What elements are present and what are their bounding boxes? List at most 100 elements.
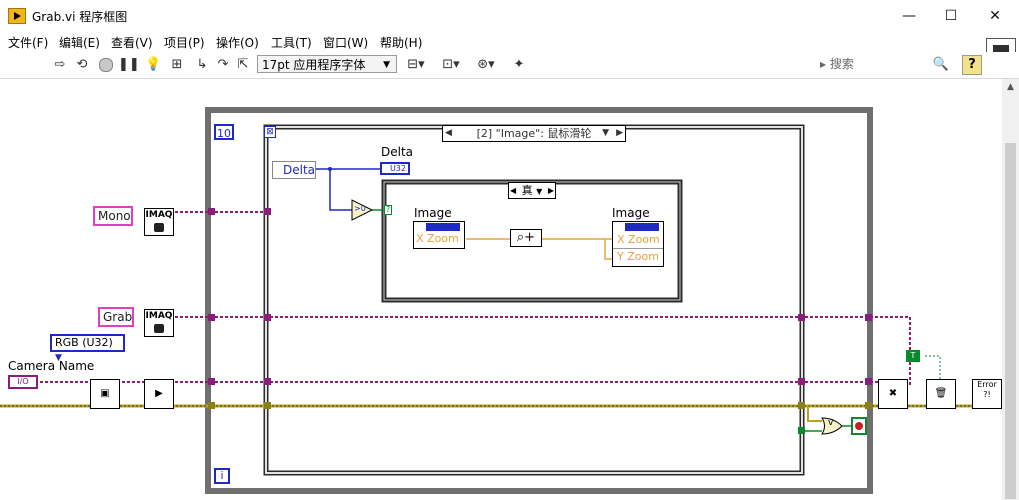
reorder-icon[interactable]: ⊛▾ — [473, 56, 499, 74]
camera-name-terminal[interactable]: I/O — [8, 375, 38, 389]
tunnel-err-event-r — [798, 402, 805, 409]
search-placeholder: 搜索 — [829, 57, 854, 71]
search-icon[interactable]: 🔍 — [932, 56, 950, 74]
imaq-create-mono-vi[interactable]: IMAQ — [144, 208, 174, 236]
tunnel-session-event-r — [798, 378, 805, 385]
chevron-down-icon: ▼ — [383, 60, 390, 70]
imaqdx-close-camera-vi[interactable]: ✖ — [878, 379, 908, 409]
maximize-button[interactable]: ☐ — [931, 4, 971, 28]
prev-case-icon[interactable]: ◀ — [510, 183, 516, 198]
menu-window[interactable]: 窗口(W) — [323, 34, 368, 51]
imaq-sub-icon — [154, 223, 164, 232]
loop-count-terminal[interactable]: 10 — [214, 124, 234, 140]
context-help-button[interactable]: ? — [962, 55, 982, 75]
font-select-value: 17pt 应用程序字体 — [262, 58, 366, 72]
tunnel-stop — [798, 427, 805, 434]
window-title: Grab.vi 程序框图 — [32, 10, 128, 24]
step-into-icon[interactable]: ↳ — [193, 56, 211, 74]
iteration-terminal: i — [214, 468, 230, 484]
image-property-node-in[interactable]: X Zoom — [413, 221, 465, 249]
diagram-wires-svg — [0, 107, 1002, 494]
stop-icon — [855, 422, 863, 430]
delta-indicator[interactable]: U32 — [380, 162, 410, 175]
true-wire — [925, 355, 941, 379]
event-delta-terminal[interactable]: Delta — [272, 161, 316, 179]
imaqdx-configure-grab-vi[interactable]: ▶ — [144, 379, 174, 409]
tunnel-grab-event — [264, 314, 271, 321]
case-selector[interactable]: ◀ 真 ▼ ▶ — [508, 182, 556, 199]
tunnel-grab-left — [208, 314, 215, 321]
grab-constant[interactable]: Grab — [98, 307, 134, 327]
menu-operate[interactable]: 操作(O) — [216, 34, 259, 51]
imaqdx-open-camera-vi[interactable]: ▣ — [90, 379, 120, 409]
image-in-label: Image — [414, 206, 452, 220]
tunnel-session-event — [264, 378, 271, 385]
tunnel-mono-event — [264, 208, 271, 215]
imaq-dispose-vi[interactable]: 🗑 — [926, 379, 956, 409]
image-class-icon — [426, 223, 460, 231]
abort-icon[interactable] — [98, 56, 114, 74]
tunnel-session-right — [865, 378, 872, 385]
pause-icon[interactable]: ❚❚ — [118, 56, 140, 74]
or-node-label: v — [828, 418, 834, 428]
tunnel-mono-left — [208, 208, 215, 215]
simple-error-handler-vi[interactable]: Error?! — [972, 379, 1002, 409]
case-selector-terminal: ? — [384, 205, 392, 215]
highlight-execution-icon[interactable]: 💡 — [145, 56, 161, 74]
zoom-in-icon[interactable]: ⌕+ — [510, 229, 542, 247]
delta-wire-compare — [316, 168, 352, 211]
retain-wire-values-icon[interactable]: ⊞ — [168, 56, 186, 74]
image-out-label: Image — [612, 206, 650, 220]
menu-file[interactable]: 文件(F) — [8, 34, 48, 51]
chevron-down-icon[interactable]: ▼ — [602, 126, 609, 141]
run-arrow-icon[interactable]: ⇨ — [52, 56, 68, 74]
imaq-label: IMAQ — [145, 311, 173, 321]
delta-indicator-label: Delta — [381, 145, 414, 159]
menu-tools[interactable]: 工具(T) — [271, 34, 312, 51]
clean-up-diagram-icon[interactable]: ✦ — [508, 56, 530, 74]
mono-constant[interactable]: Mono — [93, 206, 133, 226]
chevron-down-icon[interactable]: ▼ — [536, 187, 542, 196]
distribute-objects-icon[interactable]: ⊡▾ — [438, 56, 464, 74]
next-case-icon[interactable]: ▶ — [548, 183, 554, 198]
rgb-enum[interactable]: RGB (U32) ▼ — [50, 334, 125, 363]
vertical-scrollbar[interactable]: ▲ — [1002, 79, 1019, 500]
run-continuously-icon[interactable]: ⟲ — [74, 56, 90, 74]
align-objects-icon[interactable]: ⊟▾ — [404, 56, 428, 74]
menu-project[interactable]: 项目(P) — [164, 34, 205, 51]
font-select[interactable]: 17pt 应用程序字体 ▼ — [257, 55, 397, 73]
tunnel-grab-right — [865, 314, 872, 321]
zoom-wire-y — [604, 239, 612, 260]
delta-wire-junction — [328, 167, 332, 171]
close-button[interactable]: ✕ — [975, 4, 1015, 28]
block-diagram-canvas[interactable]: 10 ⊠ i ◀ [2] "Image": 鼠标滑轮 ▼ ▶ Delta Del… — [0, 79, 1002, 500]
step-over-icon[interactable]: ↷ — [214, 56, 232, 74]
next-case-icon[interactable]: ▶ — [616, 126, 623, 141]
title-bar: Grab.vi 程序框图 — ☐ ✕ — [0, 0, 1019, 32]
scroll-thumb[interactable] — [1005, 143, 1016, 499]
imaq-create-grab-vi[interactable]: IMAQ — [144, 309, 174, 337]
event-case-label: [2] "Image": 鼠标滑轮 — [476, 127, 592, 140]
imaq-sub-icon — [154, 324, 164, 333]
image-property-node-out[interactable]: X Zoom Y Zoom — [612, 221, 664, 267]
menu-bar: 文件(F) 编辑(E) 查看(V) 项目(P) 操作(O) 工具(T) 窗口(W… — [0, 32, 1019, 52]
menu-view[interactable]: 查看(V) — [111, 34, 153, 51]
event-case-selector[interactable]: ◀ [2] "Image": 鼠标滑轮 ▼ ▶ — [442, 125, 626, 142]
minimize-button[interactable]: — — [889, 4, 929, 28]
image-out-prop2: Y Zoom — [617, 250, 659, 263]
tunnel-err-right — [865, 402, 872, 409]
menu-help[interactable]: 帮助(H) — [380, 34, 422, 51]
menu-edit[interactable]: 编辑(E) — [59, 34, 100, 51]
event-timeout-icon: ⊠ — [264, 126, 276, 138]
tunnel-err-left — [208, 402, 215, 409]
scroll-up-icon[interactable]: ▲ — [1002, 79, 1019, 95]
tunnel-session-left — [208, 378, 215, 385]
tunnel-grab-event-r — [798, 314, 805, 321]
step-out-icon[interactable]: ⇱ — [234, 56, 252, 74]
prev-case-icon[interactable]: ◀ — [445, 126, 452, 141]
error-branch — [807, 406, 822, 422]
true-constant[interactable]: T — [906, 350, 920, 362]
error-node-label: Error — [977, 380, 997, 389]
case-label: 真 — [521, 184, 533, 197]
labview-app-icon — [8, 8, 26, 24]
